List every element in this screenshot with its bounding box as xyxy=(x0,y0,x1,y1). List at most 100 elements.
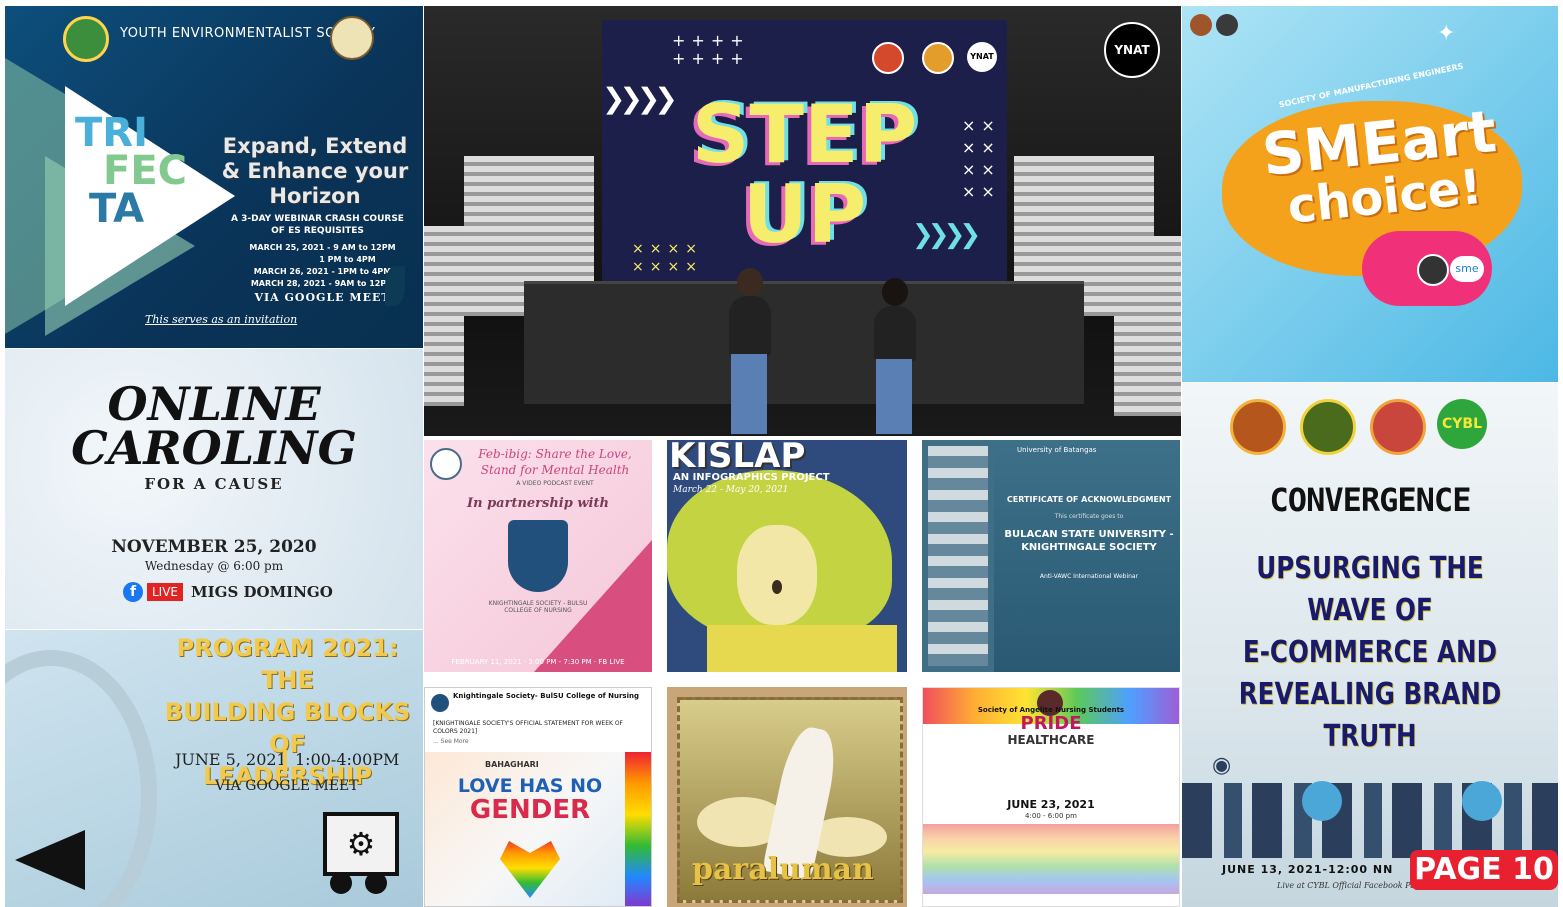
paraluman-poster: paraluman xyxy=(667,687,907,907)
caroling-time: Wednesday @ 6:00 pm xyxy=(144,559,284,573)
statement-post-text: [KNIGHTINGALE SOCIETY'S OFFICIAL STATEME… xyxy=(433,720,624,735)
convergence-line: UPSURGING THE xyxy=(1256,551,1484,586)
date-line: MARCH 25, 2021 - 9 AM to 12PM xyxy=(249,243,396,252)
tree-icon xyxy=(1462,781,1502,821)
sub-line: A 3-DAY WEBINAR CRASH COURSE xyxy=(231,214,404,224)
sme-badge-text: sme xyxy=(1455,262,1479,275)
pride-poster: Society of Angelite Nursing Students PRI… xyxy=(922,687,1180,907)
corner-badge-text: YNAT xyxy=(1114,43,1150,57)
host-head xyxy=(882,278,908,306)
x-pattern: ×××××××× xyxy=(632,241,703,275)
date-line: 1 PM to 4PM xyxy=(319,255,376,264)
host-legs xyxy=(731,354,767,434)
febibig-footer: FEBRUARY 11, 2021 · 3:00 PM - 7:30 PM · … xyxy=(451,658,625,666)
trifecta-via: VIA GOOGLE MEET xyxy=(254,291,391,304)
org-logo-icon xyxy=(1190,14,1212,36)
trifecta-poster: YOUTH ENVIRONMENTALIST SOCIETY TRI FEC T… xyxy=(5,6,423,348)
rainbow-bands xyxy=(923,824,1179,894)
certificate-name-line: BULACAN STATE UNIVERSITY - xyxy=(1004,529,1174,540)
febibig-title-line: Stand for Mental Health xyxy=(480,463,630,477)
certificate-given: This certificate goes to xyxy=(1054,513,1124,520)
divider-bar xyxy=(283,750,287,772)
tree-logo-icon xyxy=(330,16,374,60)
convergence-line: WAVE OF xyxy=(1307,593,1433,628)
logo-line: TRI xyxy=(75,110,148,156)
stage-screen: ❯❯❯❯ ++++ ++++ YNAT STEP UP ×× ×× ×× ×× ××××… xyxy=(602,20,1007,282)
headline-line: & Enhance your xyxy=(221,159,409,183)
caroling-cause: FOR A CAUSE xyxy=(144,475,284,493)
statement-post: Knightingale Society- BulSU College of N… xyxy=(424,687,652,907)
live-badge: LIVE xyxy=(147,583,184,601)
certificate-name: BULACAN STATE UNIVERSITY - KNIGHTINGALE … xyxy=(1002,528,1176,554)
febibig-org-line: COLLEGE OF NURSING xyxy=(504,607,572,614)
mouth-shape xyxy=(772,580,782,594)
city-skyline xyxy=(1182,783,1558,858)
face-shape xyxy=(737,525,817,625)
febibig-title-line: Feb-ibig: Share the Love, xyxy=(478,447,632,461)
see-more-link[interactable]: ... See More xyxy=(433,738,469,745)
caroling-live-row: f LIVE MIGS DOMINGO xyxy=(123,581,333,603)
pride-line: HEALTHCARE xyxy=(1007,733,1095,747)
convergence-line: TRUTH xyxy=(1323,719,1417,754)
program-line: PROGRAM 2021: THE xyxy=(176,634,399,694)
x-pattern: ×××××××× xyxy=(962,116,1001,201)
febibig-poster: Feb-ibig: Share the Love, Stand for Ment… xyxy=(424,440,652,672)
page-label: PAGE 10 xyxy=(1410,850,1558,890)
caroling-line: CAROLING xyxy=(71,421,357,475)
ynat-badge-text: YNAT xyxy=(970,52,994,61)
org-logo-icon xyxy=(1216,14,1238,36)
org-logo-icon xyxy=(1370,399,1426,455)
caroling-title: ONLINE CAROLING xyxy=(5,377,423,475)
plus-pattern: ++++ ++++ xyxy=(672,31,750,68)
logo-line: TA xyxy=(89,186,145,232)
kislap-dates: March 22 - May 20, 2021 xyxy=(673,485,789,495)
leaf-icon xyxy=(385,266,405,306)
febibig-org: KNIGHTINGALE SOCIETY - BULSU COLLEGE OF … xyxy=(424,600,652,614)
org-logo-icon xyxy=(922,42,954,74)
rainbow-side xyxy=(625,752,651,906)
sme-badge: sme xyxy=(1450,256,1484,282)
stage-panel xyxy=(424,226,464,406)
people-icon xyxy=(330,872,352,894)
convergence-poster: CYBL CONVERGENCE UPSURGING THE WAVE OF E… xyxy=(1182,383,1558,907)
stage-floor xyxy=(524,281,1084,404)
sparkle-icon: ✦ xyxy=(1437,21,1456,46)
pride-line: PRIDE xyxy=(1020,713,1082,734)
org-logo-icon xyxy=(1417,254,1449,286)
body-shape xyxy=(707,625,897,672)
ynat-badge: YNAT xyxy=(967,42,997,72)
febibig-sub: A VIDEO PODCAST EVENT xyxy=(516,480,594,487)
convergence-title: CONVERGENCE xyxy=(1269,481,1472,519)
stepup-line: STEP xyxy=(691,88,918,181)
presentation-icon: ⚙ xyxy=(323,812,399,876)
ynat-corner-badge: YNAT xyxy=(1104,22,1160,78)
caroling-date: NOVEMBER 25, 2020 xyxy=(111,537,317,557)
wifi-icon: ◉ xyxy=(1212,753,1232,778)
statement-line: GENDER xyxy=(469,795,591,825)
cybl-badge-text: CYBL xyxy=(1441,416,1482,432)
caroling-line: ONLINE xyxy=(107,377,321,431)
trifecta-headline: Expand, Extend & Enhance your Horizon xyxy=(215,134,415,209)
convergence-line: REVEALING BRAND xyxy=(1238,677,1502,712)
convergence-date: JUNE 13, 2021-12:00 NN xyxy=(1222,863,1394,876)
host-person xyxy=(874,306,916,361)
shield-icon xyxy=(508,520,568,592)
stage-panel xyxy=(1114,236,1181,416)
org-logo-icon xyxy=(872,42,904,74)
tree-icon xyxy=(1302,781,1342,821)
kislap-sub: AN INFOGRAPHICS PROJECT xyxy=(673,472,830,483)
certificate-webinar: Anti-VAWC International Webinar xyxy=(1039,573,1139,580)
program-via: VIA GOOGLE MEET xyxy=(215,778,359,794)
logo-line: FEC xyxy=(103,148,188,194)
yes-logo-icon xyxy=(63,16,109,62)
facebook-icon: f xyxy=(123,582,143,602)
kislap-title: KISLAP xyxy=(669,440,806,476)
pride-title: PRIDE HEALTHCARE xyxy=(923,713,1179,748)
sub-line: OF ES REQUISITES xyxy=(271,226,364,236)
avatar xyxy=(431,694,449,712)
pride-time: 4:00 - 6:00 pm xyxy=(1025,812,1077,820)
febibig-title: Feb-ibig: Share the Love, Stand for Ment… xyxy=(460,446,650,478)
trifecta-sub: A 3-DAY WEBINAR CRASH COURSE OF ES REQUI… xyxy=(220,213,415,237)
smeart-poster: SOCIETY OF MANUFACTURING ENGINEERS ✦ SME… xyxy=(1182,6,1558,382)
host-legs xyxy=(876,359,912,434)
